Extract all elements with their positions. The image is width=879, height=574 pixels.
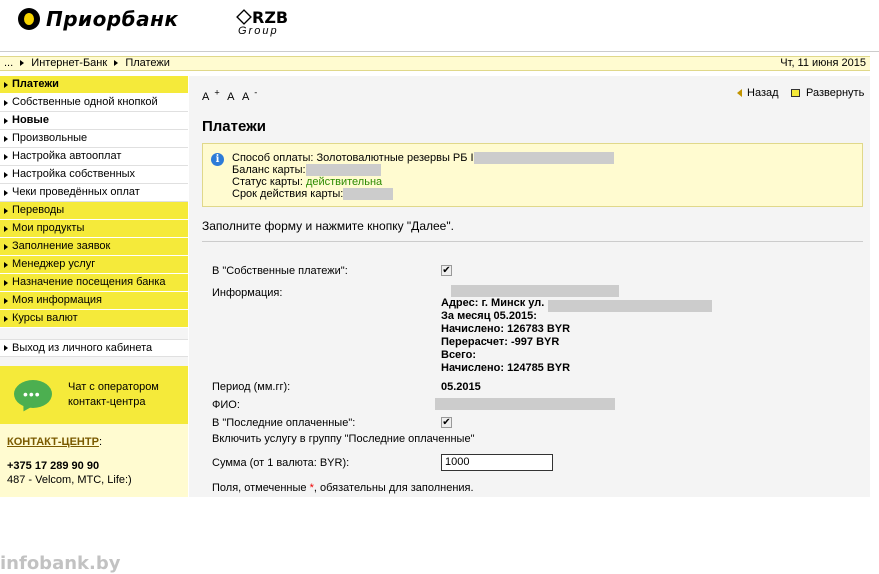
breadcrumb-payments: Платежи (125, 57, 170, 69)
breadcrumb: ... Интернет-Банк Платежи Чт, 11 июня 20… (0, 56, 870, 71)
card-status-row: Статус карты: действительна (232, 176, 383, 189)
period-label: Период (мм.гг): (212, 381, 291, 393)
sidebar-item-service-manager[interactable]: Менеджер услуг (0, 256, 188, 274)
sidebar: Платежи Собственные одной кнопкой Новые … (0, 76, 188, 574)
chevron-right-icon (20, 59, 25, 66)
sidebar-menu: Платежи Собственные одной кнопкой Новые … (0, 76, 188, 328)
bank-name: Приорбанк (46, 7, 179, 31)
font-increase-button[interactable]: A + (202, 87, 220, 103)
sidebar-item-bank-visit[interactable]: Назначение посещения банка (0, 274, 188, 292)
card-expiry-row: Срок действия карты: (232, 188, 614, 201)
logout-link[interactable]: Выход из личного кабинета (0, 339, 188, 357)
prior-bank-logo[interactable]: Приорбанк (18, 7, 179, 31)
payment-details: Адрес: г. Минск ул. За месяц 05.2015: На… (441, 297, 571, 374)
watermark: infobank.by (0, 553, 121, 574)
expand-button[interactable]: Развернуть (791, 87, 864, 99)
redacted-address (548, 300, 712, 312)
sidebar-item-autopay-settings[interactable]: Настройка автооплат (0, 148, 188, 166)
redacted-card-number (473, 152, 614, 165)
chat-bubble-icon: ••• (14, 380, 52, 408)
sidebar-item-own-one-click[interactable]: Собственные одной кнопкой (0, 94, 188, 112)
redacted-balance (305, 164, 381, 177)
rzb-group-label: Group (238, 25, 279, 37)
sidebar-item-transfers[interactable]: Переводы (0, 202, 188, 220)
font-decrease-button[interactable]: A- (242, 87, 257, 103)
bank-emblem-icon (18, 8, 40, 30)
rzb-mark-icon (236, 9, 252, 25)
main-content: A + A A- Назад Развернуть Платежи i Спосо… (189, 76, 870, 497)
contact-phone: +375 17 289 90 90 (7, 460, 100, 472)
sidebar-item-new[interactable]: Новые (0, 112, 188, 130)
card-status-value: действительна (305, 176, 383, 189)
rzb-group-logo: RZB Group (236, 8, 292, 39)
breadcrumb-root[interactable]: ... (4, 57, 13, 69)
sidebar-item-payments[interactable]: Платежи (0, 76, 188, 94)
chevron-left-icon (737, 89, 742, 98)
expand-window-icon (791, 89, 800, 98)
header: Приорбанк RZB Group (0, 0, 879, 52)
own-payments-checkbox[interactable]: ✔ (441, 265, 452, 276)
chevron-right-icon (114, 59, 119, 66)
own-payments-label: В "Собственные платежи": (212, 265, 348, 277)
font-normal-button[interactable]: A (227, 91, 234, 103)
payment-method-row: Способ оплаты: Золотовалютные резервы РБ… (232, 152, 614, 165)
sidebar-item-my-products[interactable]: Мои продукты (0, 220, 188, 238)
sidebar-item-applications[interactable]: Заполнение заявок (0, 238, 188, 256)
sidebar-item-arbitrary[interactable]: Произвольные (0, 130, 188, 148)
sum-input[interactable]: 1000 (441, 454, 553, 471)
sidebar-item-exchange-rates[interactable]: Курсы валют (0, 310, 188, 328)
information-label: Информация: (212, 287, 283, 299)
card-info-box: i Способ оплаты: Золотовалютные резервы … (202, 143, 863, 207)
breadcrumb-internet-bank[interactable]: Интернет-Банк (31, 57, 107, 69)
contact-center: КОНТАКТ-ЦЕНТР: +375 17 289 90 90 487 - V… (0, 424, 188, 497)
sidebar-item-my-info[interactable]: Моя информация (0, 292, 188, 310)
chat-widget[interactable]: ••• Чат с оператором контакт-центра (0, 366, 188, 424)
contact-center-link[interactable]: КОНТАКТ-ЦЕНТР (7, 436, 99, 448)
info-icon: i (211, 153, 224, 166)
chat-label[interactable]: Чат с оператором контакт-центра (68, 380, 159, 410)
short-phone: 487 - Velcom, МТС, Life:) (7, 474, 132, 486)
redacted-information (451, 285, 619, 297)
required-note: Поля, отмеченные *, обязательны для запо… (212, 482, 474, 494)
include-group-label: Включить услугу в группу "Последние опла… (212, 433, 475, 445)
sidebar-item-own-settings[interactable]: Настройка собственных (0, 166, 188, 184)
last-paid-label: В "Последние оплаченные": (212, 417, 356, 429)
divider (202, 241, 863, 242)
period-value: 05.2015 (441, 381, 481, 393)
sum-label: Сумма (от 1 валюта: BYR): (212, 457, 350, 469)
font-size-controls: A + A A- (202, 87, 262, 103)
back-button[interactable]: Назад (737, 87, 779, 99)
last-paid-checkbox[interactable]: ✔ (441, 417, 452, 428)
form-instructions: Заполните форму и нажмите кнопку "Далее"… (202, 219, 454, 233)
sidebar-item-receipts[interactable]: Чеки проведённых оплат (0, 184, 188, 202)
redacted-expiry (343, 188, 394, 201)
current-date: Чт, 11 июня 2015 (780, 57, 866, 69)
fio-label: ФИО: (212, 399, 240, 411)
redacted-fio (435, 398, 615, 410)
page-title: Платежи (202, 118, 266, 135)
card-balance-row: Баланс карты: (232, 164, 614, 177)
